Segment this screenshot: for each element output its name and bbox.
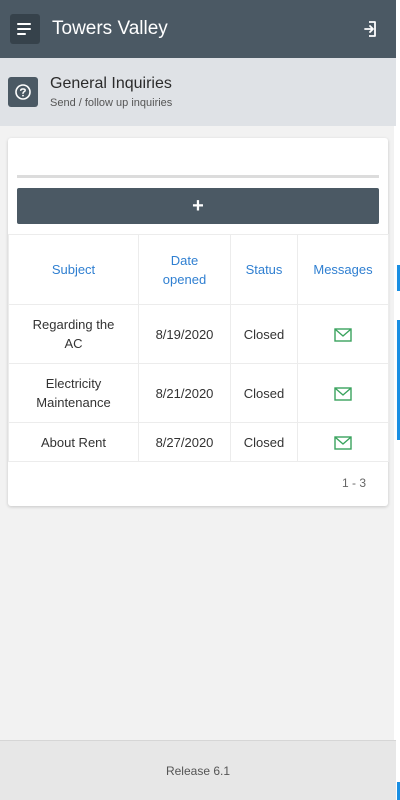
app-root: Towers Valley General Inquiries Send / f… [0,0,400,800]
menu-icon [17,28,31,30]
divider [17,175,379,178]
release-label: Release 6.1 [165,763,231,778]
menu-icon [17,23,31,25]
menu-icon [17,33,26,35]
envelope-icon[interactable] [334,328,352,342]
table-row[interactable]: Electricity Maintenance 8/21/2020 Closed [8,363,389,423]
logout-button[interactable] [360,17,384,41]
messages-cell[interactable] [297,304,389,364]
date-cell: 8/27/2020 [138,422,231,462]
inquiries-table: Subject Date opened Status Messages Regar… [8,234,389,462]
menu-button[interactable] [10,14,40,44]
pagination-range: 1 - 3 [341,476,366,490]
top-app-bar: Towers Valley [0,0,396,58]
logout-icon [364,21,376,37]
page-subtitle: Send / follow up inquiries [50,97,173,109]
messages-cell[interactable] [297,363,389,423]
table-row[interactable]: Regarding the AC 8/19/2020 Closed [8,304,389,364]
table-row[interactable]: About Rent 8/27/2020 Closed [8,422,389,462]
status-cell: Closed [230,363,298,423]
date-cell: 8/19/2020 [138,304,231,364]
date-cell: 8/21/2020 [138,363,231,423]
column-header-subject[interactable]: Subject [8,234,139,305]
footer: Release 6.1 [0,740,396,800]
app-title: Towers Valley [52,18,168,39]
status-cell: Closed [230,422,298,462]
status-cell: Closed [230,304,298,364]
page-icon-badge [8,77,38,107]
subject-cell: About Rent [8,422,139,462]
envelope-icon[interactable] [334,436,352,450]
messages-cell[interactable] [297,422,389,462]
column-header-date-opened[interactable]: Date opened [138,234,231,305]
subject-cell: Regarding the AC [8,304,139,364]
column-header-status[interactable]: Status [230,234,298,305]
page-title: General Inquiries [50,75,172,92]
inquiries-card: + Subject Date opened Status Messages Re… [8,138,389,506]
envelope-icon[interactable] [334,387,352,401]
table-header-row: Subject Date opened Status Messages [8,234,389,305]
question-circle-icon [15,84,31,100]
page-header: General Inquiries Send / follow up inqui… [0,58,396,126]
column-header-messages[interactable]: Messages [297,234,389,305]
subject-cell: Electricity Maintenance [8,363,139,423]
add-inquiry-button[interactable]: + [17,188,379,224]
